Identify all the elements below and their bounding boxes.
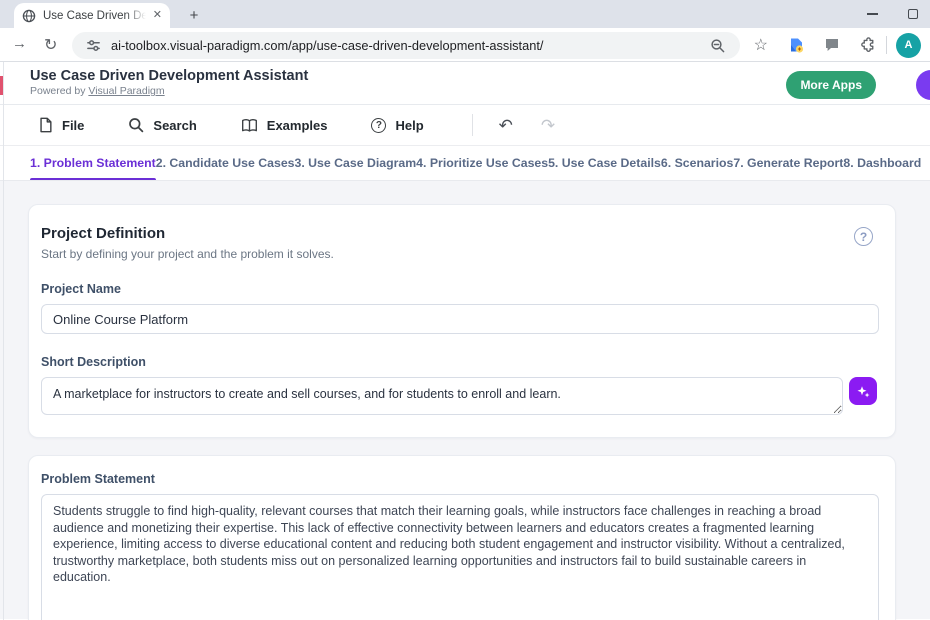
window-left-edge: [3, 62, 4, 620]
redo-button[interactable]: ↷: [541, 117, 555, 134]
app-header: Use Case Driven Development Assistant Po…: [0, 62, 930, 105]
window-minimize-button[interactable]: [867, 13, 878, 15]
site-settings-icon[interactable]: [86, 38, 101, 53]
tab-scenarios[interactable]: 6. Scenarios: [661, 146, 733, 180]
card-title: Project Definition: [41, 225, 877, 242]
card-help-icon[interactable]: ?: [854, 227, 873, 246]
menu-help[interactable]: ? Help: [371, 118, 423, 133]
project-definition-card: Project Definition Start by defining you…: [28, 204, 896, 438]
file-icon: [38, 117, 53, 133]
toolbar-divider: [886, 36, 887, 54]
menu-file[interactable]: File: [38, 117, 84, 133]
new-tab-button[interactable]: +: [184, 6, 204, 26]
url-text[interactable]: ai-toolbox.visual-paradigm.com/app/use-c…: [111, 38, 700, 53]
globe-favicon: [22, 9, 36, 23]
browser-toolbar: → ↻ ai-toolbox.visual-paradigm.com/app/u…: [0, 28, 930, 62]
more-apps-button[interactable]: More Apps: [786, 71, 876, 99]
step-tabs: 1. Problem Statement 2. Candidate Use Ca…: [0, 146, 930, 181]
forward-icon[interactable]: →: [12, 35, 27, 52]
problem-statement-card: Problem Statement Students struggle to f…: [28, 455, 896, 620]
menu-examples[interactable]: Examples: [241, 118, 328, 133]
extension-drive-icon[interactable]: [788, 37, 804, 53]
short-description-label: Short Description: [41, 355, 877, 369]
browser-profile-avatar[interactable]: A: [896, 33, 921, 58]
problem-statement-textarea[interactable]: Students struggle to find high-quality, …: [41, 494, 879, 620]
tab-problem-statement[interactable]: 1. Problem Statement: [30, 146, 156, 180]
window-maximize-button[interactable]: [908, 9, 918, 19]
bookmark-star-icon[interactable]: ☆: [754, 35, 768, 55]
tab-dashboard[interactable]: 8. Dashboard: [843, 146, 921, 180]
ai-generate-button[interactable]: [849, 377, 877, 405]
browser-tab[interactable]: Use Case Driven Development ✕: [14, 3, 170, 28]
browser-tab-strip: Use Case Driven Development ✕ +: [0, 0, 930, 28]
tab-use-case-diagram[interactable]: 3. Use Case Diagram: [295, 146, 417, 180]
tab-use-case-details[interactable]: 5. Use Case Details: [548, 146, 661, 180]
card-subtitle: Start by defining your project and the p…: [41, 247, 877, 261]
undo-button[interactable]: ↶: [499, 117, 513, 134]
tab-title: Use Case Driven Development: [43, 10, 146, 22]
book-icon: [241, 118, 258, 133]
reload-icon[interactable]: ↻: [44, 35, 57, 55]
menu-search[interactable]: Search: [128, 117, 196, 133]
sparkle-icon: [856, 384, 871, 399]
tab-prioritize-use-cases[interactable]: 4. Prioritize Use Cases: [416, 146, 548, 180]
menu-bar: File Search Examples ? Help ↶ ↷: [0, 105, 930, 146]
tab-candidate-use-cases[interactable]: 2. Candidate Use Cases: [156, 146, 295, 180]
menu-divider: [472, 114, 473, 136]
zoom-out-icon[interactable]: [710, 38, 726, 54]
search-icon: [128, 117, 144, 133]
address-bar[interactable]: ai-toolbox.visual-paradigm.com/app/use-c…: [72, 32, 740, 59]
project-name-label: Project Name: [41, 282, 877, 296]
problem-statement-label: Problem Statement: [41, 472, 877, 486]
main-content: Project Definition Start by defining you…: [0, 181, 930, 619]
extensions-puzzle-icon[interactable]: [860, 37, 877, 54]
short-description-textarea[interactable]: A marketplace for instructors to create …: [41, 377, 843, 415]
project-name-input[interactable]: [41, 304, 879, 334]
tab-close-icon[interactable]: ✕: [153, 10, 162, 21]
help-icon: ?: [371, 118, 386, 133]
tab-generate-report[interactable]: 7. Generate Report: [733, 146, 843, 180]
visual-paradigm-link[interactable]: Visual Paradigm: [88, 85, 164, 97]
comment-extension-icon[interactable]: [824, 37, 840, 53]
app-logo-partial: [0, 76, 3, 95]
